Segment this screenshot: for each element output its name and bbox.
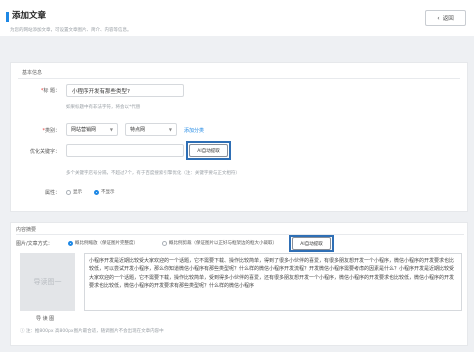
content-footnote: ⓘ 注：推800px 高800px图片最合适，随调图片不会出现在文章内容中 bbox=[20, 328, 164, 334]
content-section-title: 内容摘要 bbox=[16, 227, 37, 233]
category-label: *类别： bbox=[42, 128, 60, 134]
attr-show-option[interactable]: 显示 bbox=[66, 189, 82, 195]
attr-show-radio[interactable] bbox=[66, 189, 71, 195]
back-button-label: 返回 bbox=[442, 16, 454, 22]
category-select-2-value: 特点网 bbox=[130, 127, 146, 133]
category-select-1[interactable]: 网站营销网 ▼ bbox=[66, 123, 118, 136]
keywords-label: 优化关键字： bbox=[29, 149, 60, 155]
attr-hide-radio[interactable] bbox=[94, 189, 99, 195]
summary-textarea[interactable]: 小程序开发是近期比较受大家欢迎的一个话题，它不需要下载、操作比较简单，得到了很多… bbox=[84, 253, 462, 311]
basic-section-title: 基本信息 bbox=[22, 70, 43, 76]
cover-mode-crop-option[interactable]: 概比例剪裁（保证图片以正好与框架边的框大小裁取） bbox=[162, 240, 277, 246]
back-button[interactable]: ‹ 返回 bbox=[425, 10, 466, 26]
title-label: *标 题： bbox=[40, 88, 60, 94]
category-select-2[interactable]: 特点网 ▼ bbox=[125, 123, 177, 136]
cover-mode-scale-radio[interactable] bbox=[68, 240, 73, 246]
add-category-link[interactable]: 添加分类 bbox=[184, 127, 204, 134]
keywords-ai-extract-button[interactable]: AI自动提取 bbox=[189, 144, 228, 157]
section-divider bbox=[18, 78, 460, 79]
content-footnote-text: 注：推800px 高800px图片最合适，随调图片不会出现在文章内容中 bbox=[25, 329, 164, 334]
summary-ai-extract-button[interactable]: AI自动提取 bbox=[292, 237, 331, 250]
cover-image-placeholder[interactable]: 导读图一 bbox=[20, 253, 75, 311]
attr-label: 属性： bbox=[44, 190, 60, 196]
title-accent-bar bbox=[6, 12, 9, 22]
attr-show-label: 显示 bbox=[73, 190, 82, 195]
chevron-down-icon: ▼ bbox=[168, 127, 172, 132]
keywords-input[interactable] bbox=[66, 144, 184, 157]
attr-hide-option[interactable]: 不显示 bbox=[94, 189, 115, 195]
cover-mode-label: 图片/文章方式： bbox=[16, 241, 53, 247]
page-subtitle: 为您的网站添加文章，可设置文章图片、简介、内容等信息。 bbox=[10, 28, 132, 33]
title-hint: 如果标题中有非法字符，将会以*代替 bbox=[66, 105, 141, 110]
attr-hide-label: 不显示 bbox=[101, 190, 115, 195]
category-select-1-value: 网站营销网 bbox=[71, 127, 97, 133]
cover-mode-crop-label: 概比例剪裁（保证图片以正好与框架边的框大小裁取） bbox=[169, 241, 277, 246]
chevron-down-icon: ▼ bbox=[109, 127, 113, 132]
cover-mode-scale-option[interactable]: 概比例缩放（保证图片完整度） bbox=[68, 240, 138, 246]
cover-mode-crop-radio[interactable] bbox=[162, 240, 167, 246]
section-divider bbox=[16, 234, 464, 235]
keywords-hint: 多个关键字店号分隔，不超过7个，有于百度搜索引擎优化（注：关键字要与正文相符） bbox=[66, 171, 240, 176]
cover-upload-label[interactable]: 导 读 图 bbox=[36, 315, 54, 322]
back-arrow-icon: ‹ bbox=[437, 14, 440, 22]
page-title: 添加文章 bbox=[12, 11, 47, 21]
info-icon: ⓘ bbox=[20, 329, 25, 334]
cover-mode-scale-label: 概比例缩放（保证图片完整度） bbox=[75, 241, 138, 246]
title-input[interactable]: 小程序开发有那些类型? bbox=[66, 84, 184, 97]
